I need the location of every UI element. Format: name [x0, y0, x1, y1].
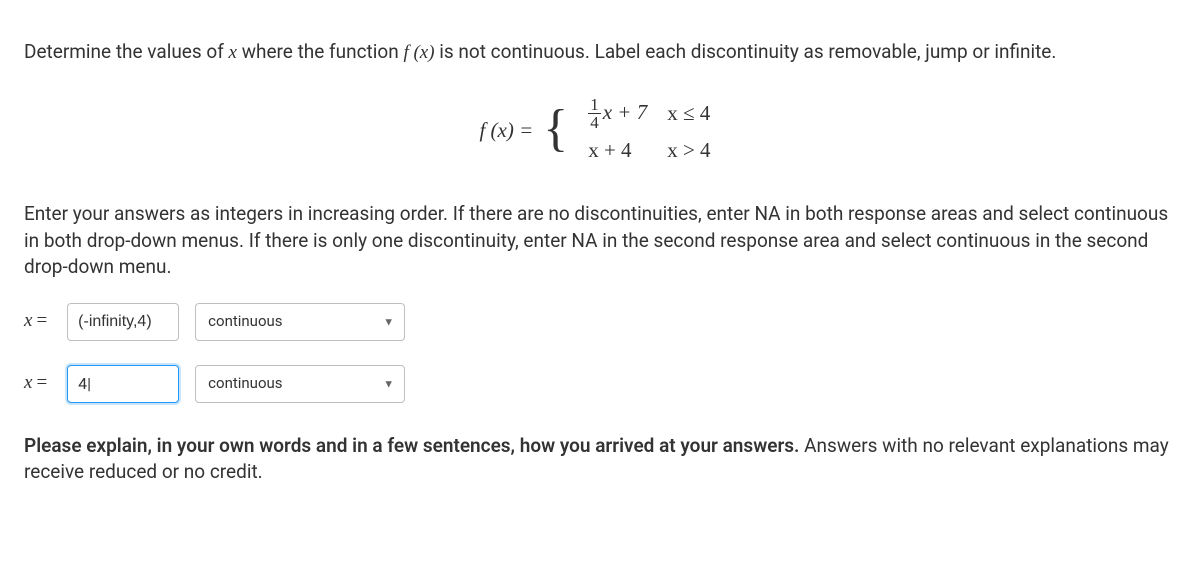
answer-row: x= continuous ▼ [24, 303, 1176, 341]
piece-expr: 1 4 x + 7 [578, 95, 657, 134]
func-fx: f (x) [403, 42, 434, 63]
explain-bold: Please explain, in your own words and in… [24, 434, 799, 457]
answer-label: x= [24, 370, 51, 397]
piece-tail: x + 7 [601, 100, 648, 124]
select-value: continuous [208, 373, 282, 394]
answer-input[interactable]: 4 [67, 365, 179, 403]
piece-cond: x ≤ 4 [657, 95, 720, 134]
fraction-num: 1 [588, 96, 601, 114]
prompt-mid: where the function [237, 40, 403, 63]
piece-row: 1 4 x + 7 x ≤ 4 [578, 95, 720, 134]
input-value: 4 [78, 373, 91, 395]
select-value: continuous [208, 311, 282, 332]
equation-lhs: f (x) = [479, 116, 533, 145]
fraction-den: 4 [588, 114, 601, 131]
prompt-pre: Determine the values of [24, 40, 229, 63]
fraction: 1 4 [588, 96, 601, 131]
piecewise-equation: f (x) = { 1 4 x + 7 x ≤ 4 x + 4 x > 4 [24, 95, 1176, 167]
piece-expr: x + 4 [578, 134, 657, 167]
answer-row: x= 4 continuous ▼ [24, 365, 1176, 403]
explain-prompt: Please explain, in your own words and in… [24, 433, 1176, 486]
piece-cond: x > 4 [657, 134, 720, 167]
left-brace: { [543, 103, 568, 155]
prompt-post: is not continuous. Label each discontinu… [435, 40, 1057, 63]
answer-label: x= [24, 308, 51, 335]
var-x: x [229, 42, 237, 63]
label-eq: = [32, 372, 51, 393]
chevron-down-icon: ▼ [383, 376, 394, 391]
chevron-down-icon: ▼ [383, 314, 394, 329]
label-eq: = [32, 310, 51, 331]
discontinuity-select[interactable]: continuous ▼ [195, 365, 405, 403]
discontinuity-select[interactable]: continuous ▼ [195, 303, 405, 341]
answer-input[interactable] [67, 303, 179, 341]
piece-row: x + 4 x > 4 [578, 134, 720, 167]
instructions-text: Enter your answers as integers in increa… [24, 201, 1176, 281]
question-prompt: Determine the values of x where the func… [24, 39, 1176, 67]
piece-table: 1 4 x + 7 x ≤ 4 x + 4 x > 4 [578, 95, 720, 167]
